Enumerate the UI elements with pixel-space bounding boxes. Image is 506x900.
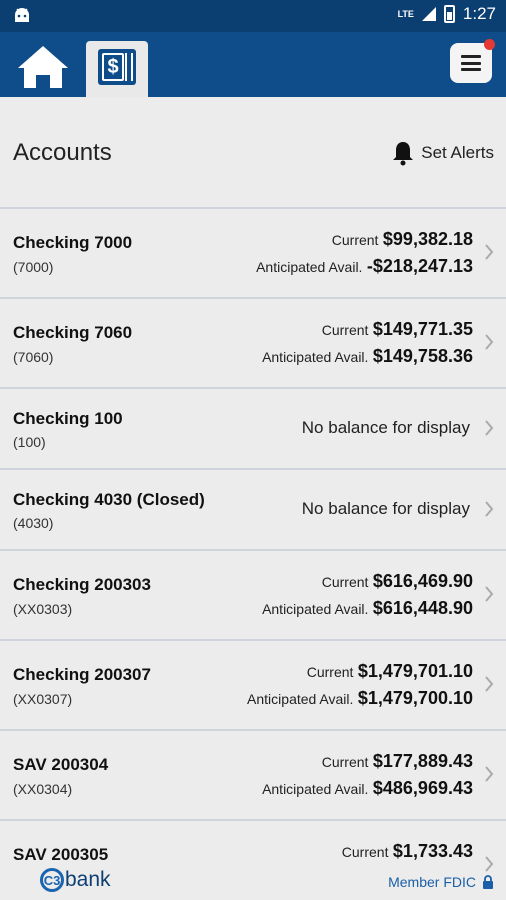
account-row[interactable]: SAV 200304 (XX0304) Current $177,889.43 … xyxy=(0,729,506,819)
account-number: (7060) xyxy=(13,349,54,365)
current-balance: Current $149,771.35 xyxy=(321,319,473,339)
account-name: Checking 200307 xyxy=(13,665,151,684)
chevron-right-icon xyxy=(485,766,494,782)
footer: C3 bank Member FDIC xyxy=(0,866,506,900)
page-title: Accounts xyxy=(13,139,112,166)
current-balance: Current $616,469.90 xyxy=(321,571,473,591)
chevron-right-icon xyxy=(485,420,494,436)
current-balance: Current $177,889.43 xyxy=(321,751,473,771)
tab-accounts[interactable]: $ xyxy=(86,41,148,97)
anticipated-balance: Anticipated Avail. $1,479,700.10 xyxy=(247,688,473,708)
account-row[interactable]: Checking 7060 (7060) Current $149,771.35… xyxy=(0,297,506,387)
account-row[interactable]: Checking 7000 (7000) Current $99,382.18 … xyxy=(0,207,506,297)
account-name: Checking 200303 xyxy=(13,575,151,594)
menu-button[interactable] xyxy=(450,39,495,83)
no-balance-text: No balance for display xyxy=(301,499,470,518)
page-header: Accounts Set Alerts xyxy=(0,97,506,207)
bell-icon xyxy=(393,142,414,166)
notification-dot xyxy=(484,39,495,50)
member-fdic[interactable]: Member FDIC xyxy=(388,874,494,890)
c3bank-logo: C3 bank xyxy=(40,868,111,892)
signal-icon xyxy=(421,7,436,21)
account-name: SAV 200304 xyxy=(13,755,109,774)
account-name: Checking 4030 (Closed) xyxy=(13,490,205,509)
account-number: (100) xyxy=(13,434,46,450)
account-name: Checking 100 xyxy=(13,409,123,428)
set-alerts-label: Set Alerts xyxy=(421,143,494,162)
accounts-list: Checking 7000 (7000) Current $99,382.18 … xyxy=(0,207,506,900)
chevron-right-icon xyxy=(485,676,494,692)
set-alerts-button[interactable]: Set Alerts xyxy=(391,140,494,166)
account-name: Checking 7060 xyxy=(13,323,133,342)
account-number: (XX0307) xyxy=(13,691,73,707)
account-number: (7000) xyxy=(13,259,54,275)
chevron-right-icon xyxy=(485,501,494,517)
account-name: SAV 200305 xyxy=(13,845,109,864)
no-balance-text: No balance for display xyxy=(301,418,470,437)
anticipated-balance: Anticipated Avail. $616,448.90 xyxy=(262,598,473,618)
lock-icon xyxy=(483,875,493,889)
current-balance: Current $1,733.43 xyxy=(341,841,473,861)
account-name: Checking 7000 xyxy=(13,233,133,252)
app-bar: $ xyxy=(0,32,506,97)
accounts-icon: $ xyxy=(98,49,136,85)
chevron-right-icon xyxy=(485,334,494,350)
anticipated-balance: Anticipated Avail. $149,758.36 xyxy=(262,346,473,366)
account-row[interactable]: Checking 100 (100) No balance for displa… xyxy=(0,387,506,468)
home-icon[interactable] xyxy=(16,44,70,90)
status-bar: LTE 1:27 xyxy=(0,0,506,32)
android-icon xyxy=(15,8,29,22)
account-number: (XX0304) xyxy=(13,781,73,797)
account-row[interactable]: Checking 200307 (XX0307) Current $1,479,… xyxy=(0,639,506,729)
account-row[interactable]: Checking 200303 (XX0303) Current $616,46… xyxy=(0,549,506,639)
clock: 1:27 xyxy=(462,4,496,23)
chevron-right-icon xyxy=(485,244,494,260)
account-number: (XX0303) xyxy=(13,601,73,617)
battery-icon xyxy=(443,5,455,23)
chevron-right-icon xyxy=(485,586,494,602)
anticipated-balance: Anticipated Avail. -$218,247.13 xyxy=(256,256,473,276)
network-type: LTE xyxy=(397,9,414,19)
member-fdic-label: Member FDIC xyxy=(388,874,476,890)
current-balance: Current $99,382.18 xyxy=(331,229,473,249)
current-balance: Current $1,479,701.10 xyxy=(306,661,473,681)
account-number: (4030) xyxy=(13,515,54,531)
anticipated-balance: Anticipated Avail. $486,969.43 xyxy=(262,778,473,798)
account-row[interactable]: Checking 4030 (Closed) (4030) No balance… xyxy=(0,468,506,549)
